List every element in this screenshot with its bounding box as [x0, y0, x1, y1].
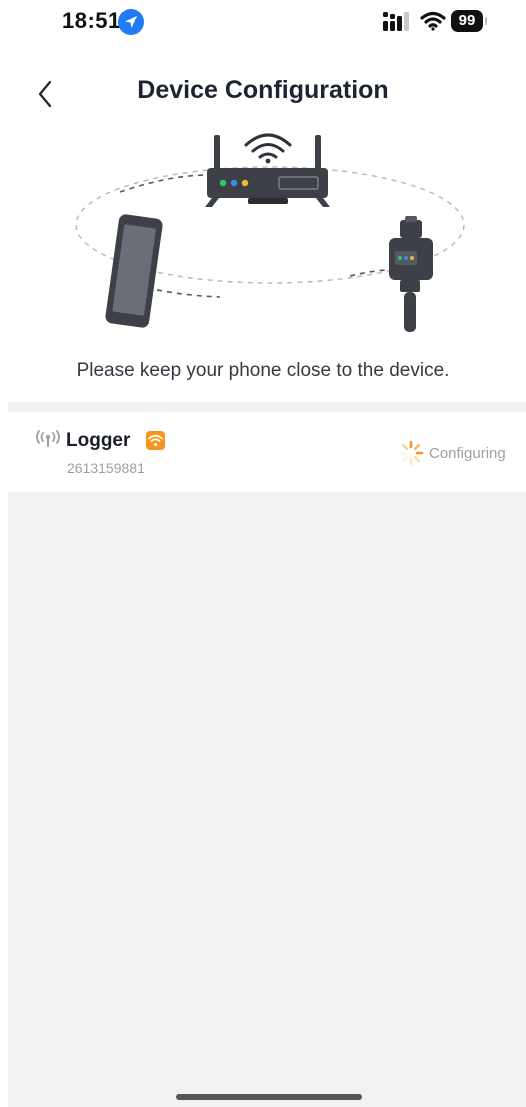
logger-device-icon [389, 216, 433, 332]
device-status: Configuring [429, 445, 506, 462]
status-bar: 18:51 99 [0, 0, 526, 44]
battery-level: 99 [451, 10, 483, 32]
device-serial-number: 2613159881 [67, 460, 145, 476]
device-list-background [8, 402, 526, 1107]
cellular-signal-icon [383, 12, 409, 31]
device-name: Logger [66, 430, 131, 451]
device-list-item[interactable]: Logger 2613159881 Configuring [8, 412, 526, 492]
wifi-icon [146, 431, 165, 450]
phone-router-device-illustration [75, 133, 465, 332]
location-arrow-icon [118, 9, 144, 35]
loading-spinner-icon [398, 440, 424, 466]
home-indicator [176, 1094, 362, 1100]
wifi-status-icon [420, 11, 446, 31]
battery-tip [485, 17, 487, 25]
page-title: Device Configuration [137, 76, 389, 104]
status-time: 18:51 [62, 8, 121, 33]
antenna-icon [36, 430, 60, 447]
wifi-signal-icon [244, 133, 292, 164]
proximity-hint: Please keep your phone close to the devi… [76, 360, 450, 381]
navigation-bar: Device Configuration [0, 62, 526, 122]
phone-icon [105, 214, 163, 328]
